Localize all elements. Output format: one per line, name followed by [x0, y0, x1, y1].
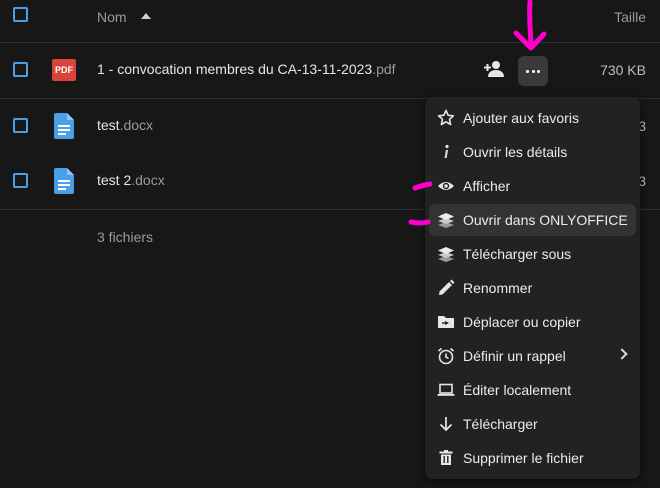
- menu-item-download[interactable]: Télécharger: [429, 408, 636, 440]
- eye-icon: [438, 182, 454, 190]
- star-icon: [437, 109, 455, 126]
- file-list-header: Nom Taille: [0, 0, 660, 43]
- more-actions-button[interactable]: [518, 56, 548, 86]
- annotation-mark: [412, 181, 433, 191]
- annotation-mark: [408, 219, 431, 226]
- size-column-header[interactable]: Taille: [614, 9, 646, 25]
- menu-item-download-as[interactable]: Télécharger sous: [429, 238, 636, 270]
- table-row[interactable]: PDF 1 - convocation membres du CA-13-11-…: [0, 43, 660, 99]
- menu-item-open-details[interactable]: Ouvrir les détails: [429, 136, 636, 168]
- sort-ascending-icon[interactable]: [141, 13, 151, 19]
- file-count-summary: 3 fichiers: [97, 229, 154, 245]
- row-checkbox[interactable]: [13, 173, 28, 188]
- file-name[interactable]: 1 - convocation membres du CA-13-11-2023…: [97, 61, 396, 77]
- menu-item-rename[interactable]: Renommer: [429, 272, 636, 304]
- chevron-right-icon: [616, 348, 628, 360]
- select-all-checkbox[interactable]: [13, 7, 28, 22]
- alarm-icon: [437, 347, 455, 365]
- trash-icon: [439, 450, 453, 465]
- share-user-icon[interactable]: [483, 60, 505, 78]
- file-size: 730 KB: [600, 62, 646, 78]
- document-icon: [54, 113, 74, 139]
- menu-item-set-reminder[interactable]: Définir un rappel: [429, 340, 636, 372]
- menu-item-view[interactable]: Afficher: [429, 170, 636, 202]
- row-checkbox[interactable]: [13, 62, 28, 77]
- download-icon: [439, 417, 453, 432]
- laptop-icon: [437, 383, 455, 396]
- menu-item-move-copy[interactable]: Déplacer ou copier: [429, 306, 636, 338]
- menu-item-delete-file[interactable]: Supprimer le fichier: [429, 442, 636, 474]
- menu-item-add-favorite[interactable]: Ajouter aux favoris: [429, 102, 636, 134]
- document-icon: [54, 168, 74, 194]
- row-checkbox[interactable]: [13, 118, 28, 133]
- onlyoffice-icon: [438, 247, 454, 262]
- pencil-icon: [439, 279, 455, 295]
- file-actions-menu: Ajouter aux favoris Ouvrir les détails A…: [425, 97, 640, 479]
- folder-move-icon: [438, 316, 454, 328]
- menu-item-edit-locally[interactable]: Éditer localement: [429, 374, 636, 406]
- info-icon: [444, 144, 449, 158]
- menu-item-open-onlyoffice[interactable]: Ouvrir dans ONLYOFFICE: [429, 204, 636, 236]
- annotation-arrow-icon: [513, 0, 547, 51]
- onlyoffice-icon: [438, 213, 454, 228]
- name-column-header[interactable]: Nom: [97, 9, 127, 25]
- pdf-icon: PDF: [52, 59, 76, 81]
- file-name[interactable]: test 2.docx: [97, 172, 165, 188]
- file-name[interactable]: test.docx: [97, 117, 153, 133]
